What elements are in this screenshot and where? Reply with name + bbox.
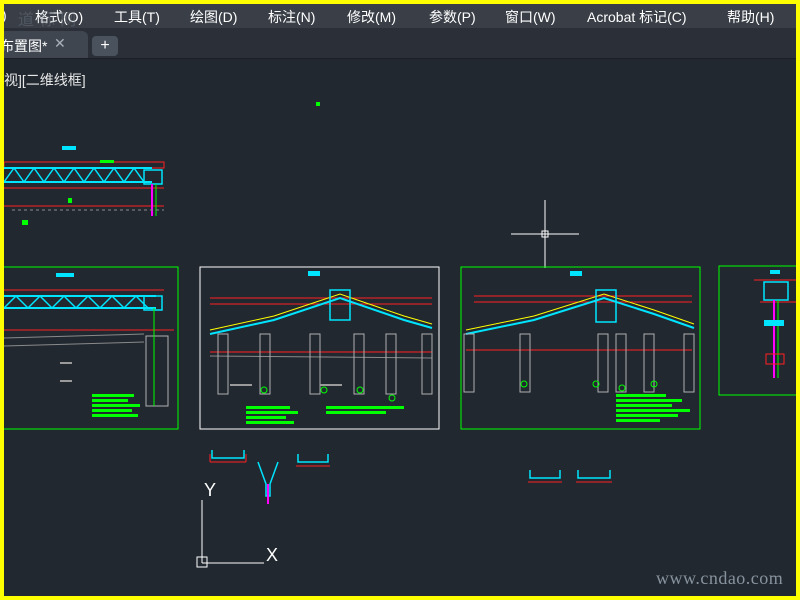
truss-drawing-top-left bbox=[4, 146, 165, 225]
menu-item-window[interactable]: 窗口(W) bbox=[505, 7, 556, 27]
cad-window: ) 格式(O) 工具(T) 绘图(D) 标注(N) 修改(M) 参数(P) 窗口… bbox=[4, 4, 796, 596]
tab-label: 布置图* bbox=[4, 38, 48, 54]
menu-item-parameter[interactable]: 参数(P) bbox=[429, 7, 476, 27]
menu-item-modify[interactable]: 修改(M) bbox=[347, 7, 396, 27]
menu-item-dimension[interactable]: 标注(N) bbox=[268, 7, 315, 27]
ucs-y-label: Y bbox=[204, 480, 216, 500]
ghost-overlay-text: 道 标 网 bbox=[18, 10, 77, 29]
menu-item-help[interactable]: 帮助(H) bbox=[727, 7, 774, 27]
drawing-panel-2[interactable] bbox=[199, 266, 440, 430]
crosshair-cursor bbox=[511, 200, 579, 268]
watermark-text: www.cndao.com bbox=[656, 568, 784, 588]
tab-layout-drawing[interactable]: 布置图* ✕ bbox=[4, 31, 88, 58]
document-tab-bar: 布置图* ✕ + bbox=[4, 28, 796, 59]
marker-dot bbox=[316, 102, 320, 106]
menu-item-tools[interactable]: 工具(T) bbox=[114, 7, 160, 27]
menu-item-partial[interactable]: ) bbox=[4, 7, 7, 23]
close-icon[interactable]: ✕ bbox=[54, 35, 66, 52]
ucs-x-label: X bbox=[266, 545, 278, 565]
menu-item-draw[interactable]: 绘图(D) bbox=[190, 7, 237, 27]
menu-item-acrobat-markup[interactable]: Acrobat 标记(C) bbox=[587, 7, 687, 27]
drawing-canvas[interactable]: Y X bbox=[4, 58, 796, 596]
new-tab-button[interactable]: + bbox=[92, 36, 118, 56]
detail-snippets bbox=[209, 450, 612, 504]
drawing-panel-3[interactable] bbox=[460, 266, 701, 430]
drawing-panel-1[interactable] bbox=[4, 266, 179, 430]
menu-bar: ) 格式(O) 工具(T) 绘图(D) 标注(N) 修改(M) 参数(P) 窗口… bbox=[4, 4, 796, 28]
drawing-panel-4[interactable] bbox=[718, 265, 796, 396]
